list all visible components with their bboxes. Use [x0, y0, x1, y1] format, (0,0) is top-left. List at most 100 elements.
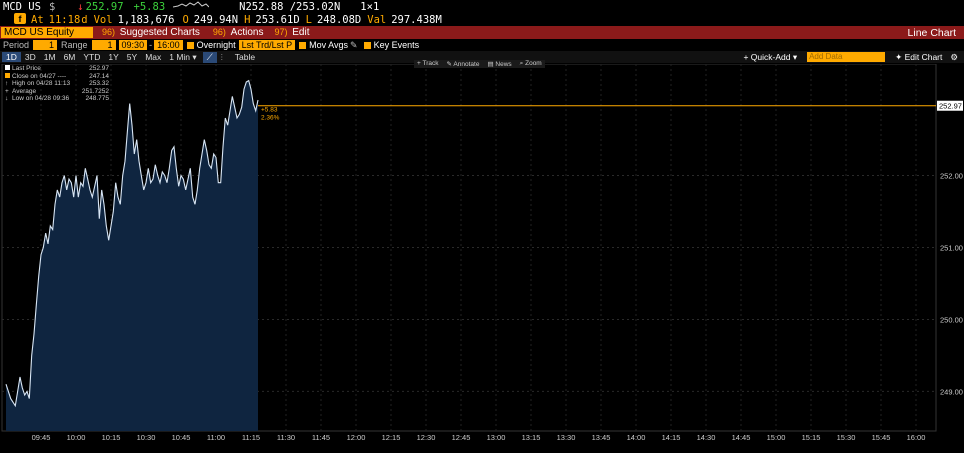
overnight-checkbox[interactable]: [186, 41, 194, 49]
net-change: +5.83: [133, 0, 166, 13]
last-trade-field[interactable]: Lst Trd/Lst P: [238, 40, 296, 50]
average-icon: +: [5, 87, 9, 95]
edit-menu[interactable]: 97) Edit: [274, 27, 314, 38]
line-chart-icon[interactable]: ⟋: [202, 51, 217, 63]
x-tick-label: 15:00: [767, 433, 786, 442]
legend-swatch: [5, 72, 10, 78]
x-tick-label: 10:30: [137, 433, 156, 442]
end-time-field[interactable]: 16:00: [154, 40, 183, 50]
legend-text: Close on 04/27 ----: [12, 72, 67, 80]
x-tick-label: 10:15: [102, 433, 121, 442]
legend-item[interactable]: ↑ High on 04/28 11:13 253.32: [5, 80, 109, 88]
x-tick-label: 10:45: [172, 433, 191, 442]
security-field[interactable]: MCD US Equity: [1, 27, 93, 38]
actions-menu[interactable]: 96) Actions: [213, 27, 269, 38]
tab-1d[interactable]: 1D: [2, 52, 21, 62]
legend-label: Close on 04/27 ----: [5, 72, 67, 81]
change-label: +5.83: [261, 107, 278, 114]
interval-select[interactable]: 1 Min ▾: [165, 52, 200, 63]
tab-3d[interactable]: 3D: [21, 52, 40, 62]
up-arrow-icon: ↑: [5, 80, 9, 88]
tab-max[interactable]: Max: [141, 52, 165, 62]
settings-bar: Period 1 Range 1 09:30 - 16:00 Overnight…: [0, 39, 964, 51]
high-value: 253.61D: [255, 13, 300, 26]
time-suffix: d: [81, 13, 88, 26]
tab-ytd[interactable]: YTD: [79, 52, 104, 62]
legend-swatch: [5, 65, 10, 70]
start-time-field[interactable]: 09:30: [118, 40, 148, 50]
chart-tools: + Track ✎ Annotate ▤ News ⌕ Zoom: [414, 60, 545, 68]
trade-size: 1×1: [360, 0, 380, 13]
x-tick-label: 12:30: [417, 433, 436, 442]
tab-1m[interactable]: 1M: [40, 52, 60, 62]
x-tick-label: 14:30: [697, 433, 716, 442]
legend-item[interactable]: + Average 251.7252: [5, 88, 109, 96]
value-traded: 297.438M: [391, 13, 442, 26]
legend-item[interactable]: Close on 04/27 ---- 247.14: [5, 72, 109, 81]
news-tool[interactable]: ▤ News: [487, 60, 511, 68]
x-tick-label: 11:15: [242, 433, 260, 442]
x-tick-label: 13:45: [592, 433, 611, 442]
at-label: At: [31, 13, 44, 26]
edit-chart-button[interactable]: ✦ Edit Chart: [891, 52, 946, 63]
price-chart[interactable]: 249.00 250.00 251.00 252.00 09:45 10:00 10:15 1…: [0, 64, 964, 453]
period-field[interactable]: 1: [33, 40, 58, 50]
edit-label: Edit: [292, 27, 310, 38]
gear-icon[interactable]: ⚙: [946, 52, 962, 63]
stats-line: f At 11:18 d Vol 1,183,676 O 249.94N H 2…: [0, 12, 964, 26]
open-value: 249.94N: [193, 13, 239, 26]
range-label: Range: [61, 40, 88, 50]
legend-value: 252.97: [89, 65, 109, 72]
suggested-charts-label: Suggested Charts: [119, 27, 200, 38]
change-pct-label: 2.36%: [261, 115, 280, 122]
x-tick-label: 16:00: [907, 433, 926, 442]
dash-glyph: -: [149, 40, 153, 50]
legend-item[interactable]: Last Price 252.97: [5, 65, 109, 73]
legend-value: 247.14: [89, 72, 109, 80]
main-toolbar: MCD US Equity 96) Suggested Charts 96) A…: [0, 26, 964, 39]
x-tick-label: 11:00: [207, 433, 225, 442]
quick-add-button[interactable]: + Quick-Add ▾: [739, 52, 801, 63]
track-tool[interactable]: + Track: [417, 60, 439, 68]
legend-item[interactable]: ↓ Low on 04/28 09:36 248.775: [5, 95, 109, 103]
add-data-input[interactable]: Add Data: [807, 52, 886, 62]
zoom-tool[interactable]: ⌕ Zoom: [520, 60, 542, 68]
suggested-charts-menu[interactable]: 96) Suggested Charts: [102, 27, 205, 38]
actions-label: Actions: [230, 27, 264, 38]
menu-number: 97): [274, 27, 288, 37]
currency: $: [48, 0, 56, 13]
x-tick-label: 15:15: [802, 433, 821, 442]
bar-chart-icon[interactable]: ⫶: [217, 52, 227, 63]
pencil-icon[interactable]: ✎: [350, 40, 358, 51]
table-button[interactable]: Table: [231, 52, 259, 62]
mov-avgs-checkbox[interactable]: [299, 41, 307, 49]
chart-legend: Last Price 252.97 Close on 04/27 ---- 247.…: [5, 65, 109, 103]
track-label: Track: [422, 60, 439, 67]
x-tick-label: 10:00: [67, 433, 86, 442]
key-events-checkbox[interactable]: [363, 41, 371, 49]
volume: 1,183,676: [117, 13, 175, 26]
legend-label: Last Price: [5, 65, 41, 73]
legend-text: High on 04/28 11:13: [12, 80, 71, 88]
y-tick-label: 249.00: [940, 387, 963, 396]
x-tick-label: 12:00: [347, 433, 366, 442]
last-price-tag-label: 252.97: [939, 102, 962, 111]
x-tick-label: 15:45: [872, 433, 891, 442]
range-field[interactable]: 1: [91, 40, 116, 50]
key-events-label: Key Events: [373, 40, 420, 50]
ticker[interactable]: MCD US: [3, 1, 41, 13]
x-tick-label: 12:15: [382, 433, 401, 442]
tab-5y[interactable]: 5Y: [123, 52, 141, 62]
annotate-tool[interactable]: ✎ Annotate: [447, 60, 480, 68]
legend-text: Last Price: [12, 65, 41, 72]
down-arrow-icon: ↓: [5, 95, 9, 103]
low-label: L: [305, 13, 312, 26]
legend-label: ↑ High on 04/28 11:13: [5, 80, 70, 88]
tab-1y[interactable]: 1Y: [104, 52, 122, 62]
y-tick-label: 251.00: [940, 244, 963, 253]
zoom-label: Zoom: [525, 60, 542, 67]
x-tick-label: 12:45: [452, 433, 471, 442]
menu-number: 96): [102, 27, 116, 37]
menu-number: 96): [212, 27, 226, 37]
tab-6m[interactable]: 6M: [60, 52, 80, 62]
